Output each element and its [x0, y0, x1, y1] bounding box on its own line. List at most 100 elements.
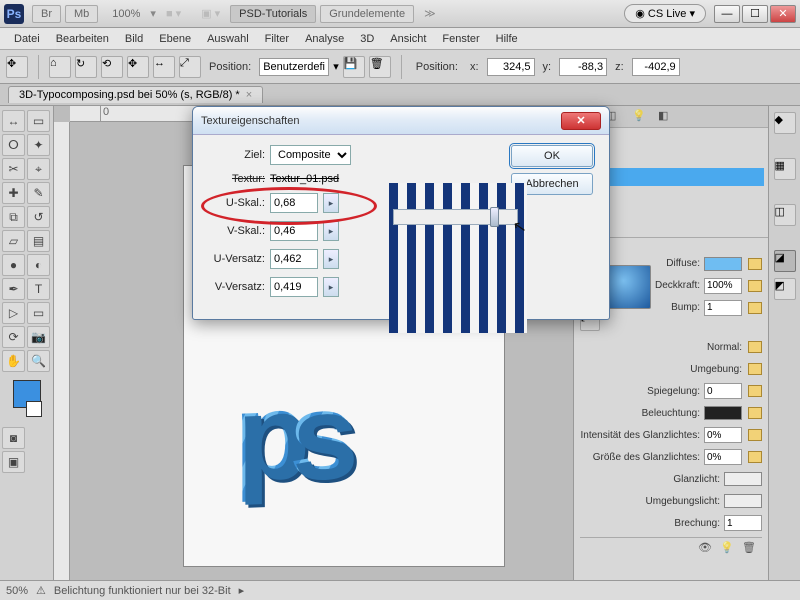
- tool-gradient[interactable]: ▤: [27, 230, 50, 252]
- strip-icon-1[interactable]: ◆: [774, 112, 796, 134]
- background-color-swatch[interactable]: [26, 401, 42, 417]
- cslive-button[interactable]: ◉ CS Live ▾: [624, 4, 706, 23]
- tool-move[interactable]: ↔: [2, 110, 25, 132]
- tool-eyedropper[interactable]: ⌖: [27, 158, 50, 180]
- glanzlicht-swatch[interactable]: [724, 472, 762, 486]
- workspace-more-icon[interactable]: ≫: [424, 7, 436, 20]
- tool-heal[interactable]: ✚: [2, 182, 25, 204]
- uversatz-stepper-icon[interactable]: ▸: [323, 249, 339, 269]
- vversatz-input[interactable]: [270, 277, 318, 297]
- 3d-home-icon[interactable]: ⌂: [49, 56, 71, 78]
- menu-filter[interactable]: Filter: [257, 33, 297, 45]
- vskal-stepper-icon[interactable]: ▸: [323, 221, 339, 241]
- light-icon[interactable]: 💡: [632, 109, 648, 125]
- tool-lasso[interactable]: ⵔ: [2, 134, 25, 156]
- bump-input[interactable]: [704, 300, 742, 316]
- strip-icon-5[interactable]: ◩: [774, 278, 796, 300]
- document-tab-close-icon[interactable]: ×: [246, 89, 252, 101]
- gloss-int-texture-icon[interactable]: [748, 429, 762, 441]
- 3d-rotate-icon[interactable]: ↻: [75, 56, 97, 78]
- tool-path-select[interactable]: ▷: [2, 302, 25, 324]
- illum-texture-icon[interactable]: [748, 407, 762, 419]
- delete-preset-icon[interactable]: 🗑: [369, 56, 391, 78]
- position-z-input[interactable]: [632, 58, 680, 76]
- diffuse-swatch[interactable]: [704, 257, 742, 271]
- preset-dropdown-icon[interactable]: ▾: [333, 60, 339, 73]
- quickmask-icon[interactable]: ◙: [2, 427, 25, 449]
- tool-type[interactable]: T: [27, 278, 50, 300]
- tool-hand[interactable]: ✋: [2, 350, 25, 372]
- tool-pen[interactable]: ✒: [2, 278, 25, 300]
- status-arrow-icon[interactable]: ▸: [239, 584, 245, 597]
- opacity-input[interactable]: [704, 278, 742, 294]
- ziel-select[interactable]: Composite: [270, 145, 351, 165]
- tool-shape[interactable]: ▭: [27, 302, 50, 324]
- bump-texture-icon[interactable]: [748, 302, 762, 314]
- uskal-stepper-icon[interactable]: ▸: [323, 193, 339, 213]
- strip-icon-3[interactable]: ◫: [774, 204, 796, 226]
- position-preset-select[interactable]: [259, 58, 329, 76]
- tool-blur[interactable]: ●: [2, 254, 25, 276]
- umgebungslicht-swatch[interactable]: [724, 494, 762, 508]
- menu-datei[interactable]: Datei: [6, 33, 48, 45]
- strip-icon-4[interactable]: ◪: [774, 250, 796, 272]
- window-minimize-button[interactable]: —: [714, 5, 740, 23]
- menu-bearbeiten[interactable]: Bearbeiten: [48, 33, 117, 45]
- menu-ebene[interactable]: Ebene: [151, 33, 199, 45]
- dialog-titlebar[interactable]: Textureigenschaften ✕: [193, 107, 609, 135]
- env-texture-icon[interactable]: [748, 363, 762, 375]
- workspace-tab-grundelemente[interactable]: Grundelemente: [320, 5, 414, 23]
- menu-ansicht[interactable]: Ansicht: [382, 33, 434, 45]
- menu-auswahl[interactable]: Auswahl: [199, 33, 257, 45]
- normal-texture-icon[interactable]: [748, 341, 762, 353]
- vskal-input[interactable]: [270, 221, 318, 241]
- 3d-roll-icon[interactable]: ⟲: [101, 56, 123, 78]
- 3d-tool-icon[interactable]: ✥: [6, 56, 28, 78]
- tool-3d-camera[interactable]: 📷: [27, 326, 50, 348]
- mat-foot-light-icon[interactable]: 💡: [720, 541, 734, 555]
- strip-icon-2[interactable]: ▦: [774, 158, 796, 180]
- tool-dodge[interactable]: ◐: [27, 254, 50, 276]
- mat-foot-trash-icon[interactable]: 🗑: [742, 541, 756, 555]
- menu-hilfe[interactable]: Hilfe: [488, 33, 526, 45]
- uversatz-input[interactable]: [270, 249, 318, 269]
- 3d-scale-icon[interactable]: ⤢: [179, 56, 201, 78]
- vversatz-stepper-icon[interactable]: ▸: [323, 277, 339, 297]
- tool-brush[interactable]: ✎: [27, 182, 50, 204]
- tool-crop[interactable]: ✂: [2, 158, 25, 180]
- menu-bild[interactable]: Bild: [117, 33, 151, 45]
- menu-analyse[interactable]: Analyse: [297, 33, 352, 45]
- uskal-slider-popup[interactable]: [393, 209, 518, 225]
- diffuse-texture-icon[interactable]: [748, 258, 762, 270]
- 3d-slide-icon[interactable]: ↔: [153, 56, 175, 78]
- window-close-button[interactable]: ✕: [770, 5, 796, 23]
- workspace-tab-psdtutorials[interactable]: PSD-Tutorials: [230, 5, 316, 23]
- gloss-int-input[interactable]: [704, 427, 742, 443]
- scene-icon[interactable]: ◧: [658, 109, 674, 125]
- gloss-size-texture-icon[interactable]: [748, 451, 762, 463]
- opacity-texture-icon[interactable]: [748, 280, 762, 292]
- illum-swatch[interactable]: [704, 406, 742, 420]
- status-zoom[interactable]: 50%: [6, 585, 28, 597]
- position-y-input[interactable]: [559, 58, 607, 76]
- 3d-pan-icon[interactable]: ✥: [127, 56, 149, 78]
- window-maximize-button[interactable]: ☐: [742, 5, 768, 23]
- tool-eraser[interactable]: ▱: [2, 230, 25, 252]
- ok-button[interactable]: OK: [511, 145, 593, 167]
- screenmode-icon[interactable]: ▣: [2, 451, 25, 473]
- titlebar-tab-mb[interactable]: Mb: [65, 5, 98, 23]
- tool-stamp[interactable]: ⧉: [2, 206, 25, 228]
- 3d-text-object[interactable]: ps: [234, 366, 356, 504]
- tool-wand[interactable]: ✦: [27, 134, 50, 156]
- refl-input[interactable]: [704, 383, 742, 399]
- tool-zoom[interactable]: 🔍: [27, 350, 50, 372]
- menu-fenster[interactable]: Fenster: [434, 33, 487, 45]
- uskal-input[interactable]: [270, 193, 318, 213]
- material-preview-sphere[interactable]: [608, 265, 651, 309]
- save-preset-icon[interactable]: 💾: [343, 56, 365, 78]
- slider-knob[interactable]: [490, 207, 499, 227]
- titlebar-zoom[interactable]: 100%: [112, 8, 140, 20]
- mat-foot-eye-icon[interactable]: 👁: [698, 541, 712, 555]
- tool-history-brush[interactable]: ↺: [27, 206, 50, 228]
- gloss-size-input[interactable]: [704, 449, 742, 465]
